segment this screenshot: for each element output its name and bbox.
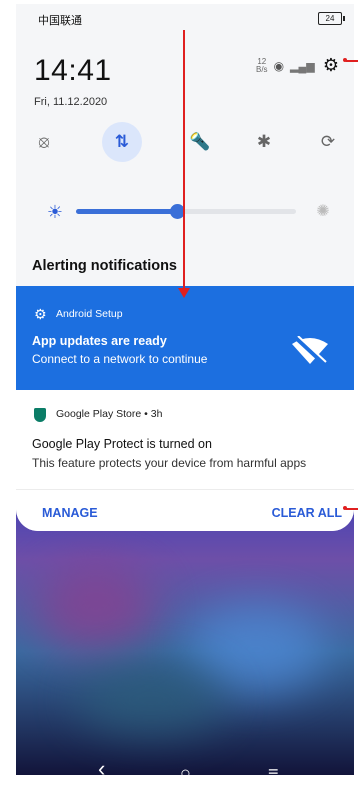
- wifi-off-large-icon: [292, 336, 328, 366]
- notification-app-line: Google Play Store • 3h: [56, 408, 163, 420]
- settings-gear-small-icon: ⚙: [34, 306, 47, 322]
- phone-screen: 中国联通 24 14:41 Fri, 11.12.2020 12 B/s ◉ ▂…: [16, 4, 354, 775]
- wifi-off-icon[interactable]: ⦻: [24, 122, 64, 162]
- auto-brightness-icon[interactable]: ✺: [312, 200, 334, 222]
- carrier-label: 中国联通: [38, 15, 82, 27]
- android-setup-notification[interactable]: ⚙ Android Setup App updates are ready Co…: [16, 286, 354, 390]
- swipe-down-annotation-arrowhead: [178, 288, 190, 298]
- notification-text: Connect to a network to continue: [32, 352, 208, 366]
- play-protect-shield-icon: [34, 408, 46, 422]
- status-indicators: 12 B/s ◉ ▂▄▆: [256, 58, 315, 74]
- notification-actions: MANAGE CLEAR ALL: [16, 490, 354, 531]
- clear-all-annotation-marker: [343, 506, 358, 510]
- alerting-notifications-title: Alerting notifications: [32, 258, 177, 274]
- nfc-icon: ◉: [273, 59, 285, 73]
- swipe-down-annotation-line: [183, 30, 185, 292]
- play-store-notification[interactable]: Google Play Store • 3h Google Play Prote…: [16, 390, 354, 490]
- battery-icon: 24: [318, 12, 345, 25]
- wallpaper-blob: [36, 564, 156, 654]
- wallpaper-blob: [76, 664, 226, 734]
- bluetooth-off-icon[interactable]: ✱: [244, 122, 284, 162]
- notification-title: App updates are ready: [32, 334, 167, 348]
- clear-all-button[interactable]: CLEAR ALL: [272, 506, 342, 520]
- brightness-sun-icon: ☀: [46, 201, 64, 222]
- signal-icon: ▂▄▆: [290, 60, 315, 73]
- home-button[interactable]: ○: [180, 764, 191, 775]
- settings-annotation-marker: [343, 58, 358, 62]
- notification-app-name: Android Setup: [56, 308, 123, 320]
- auto-rotate-icon[interactable]: ⟳: [308, 122, 348, 162]
- net-speed: 12 B/s: [256, 57, 268, 74]
- brightness-slider-fill: [76, 209, 178, 214]
- recents-button[interactable]: ≡: [268, 764, 279, 775]
- clock: 14:41: [34, 54, 112, 87]
- notification-text: This feature protects your device from h…: [32, 456, 307, 470]
- navigation-bar: ‹ ○ ≡: [16, 754, 354, 776]
- notification-title: Google Play Protect is turned on: [32, 437, 212, 451]
- back-button[interactable]: ‹: [98, 758, 105, 776]
- notification-shade: 中国联通 24 14:41 Fri, 11.12.2020 12 B/s ◉ ▂…: [16, 4, 354, 531]
- flashlight-icon[interactable]: 🔦: [180, 122, 220, 162]
- manage-button[interactable]: MANAGE: [42, 506, 98, 520]
- date: Fri, 11.12.2020: [34, 96, 108, 108]
- mobile-data-icon[interactable]: ⇅: [102, 122, 142, 162]
- brightness-slider[interactable]: [76, 204, 296, 219]
- settings-gear-icon[interactable]: ⚙: [320, 54, 342, 76]
